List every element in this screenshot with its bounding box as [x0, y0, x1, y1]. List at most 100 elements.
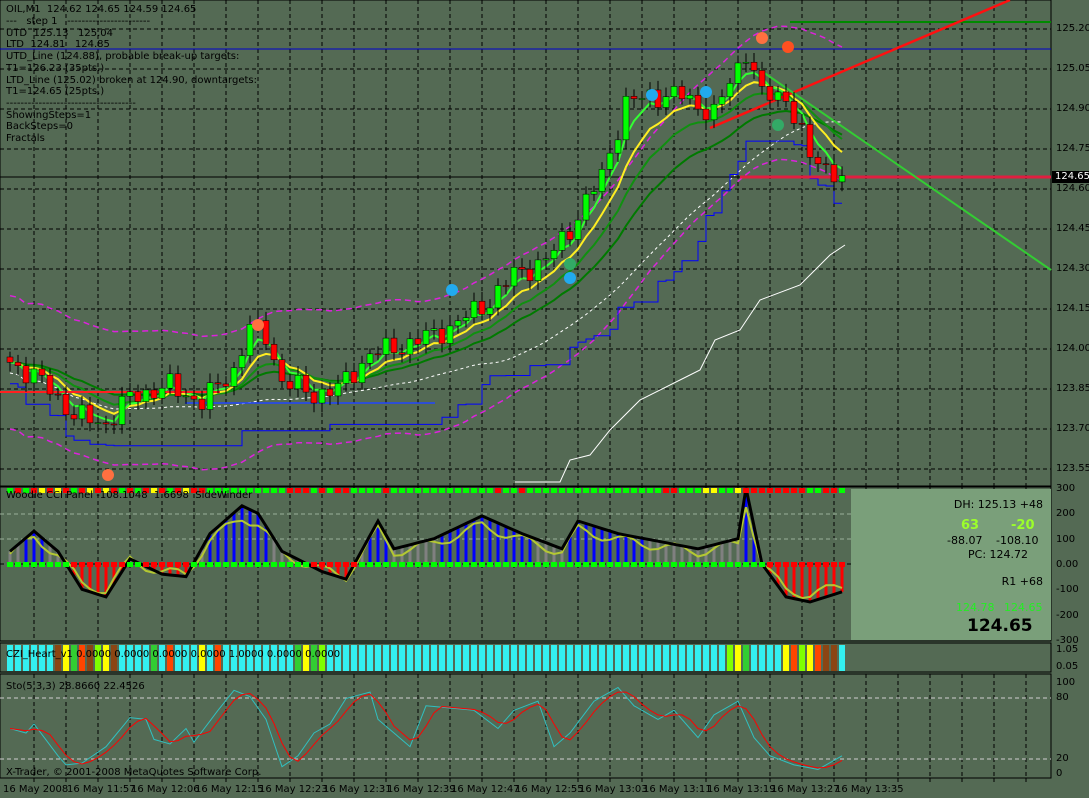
cci-zero-square — [247, 562, 253, 567]
candle-bear — [678, 86, 686, 100]
candle-bear — [302, 374, 310, 393]
zigzag-step-marker — [564, 258, 576, 270]
candle-bull — [590, 191, 598, 195]
chart-canvas[interactable] — [0, 0, 1089, 798]
envelope-lower — [9, 158, 843, 471]
cci-trend-square — [487, 488, 493, 493]
cci-trend-square — [711, 488, 717, 493]
cci-zero-square — [55, 562, 61, 567]
cci-histogram-bar — [456, 527, 460, 564]
candle-bull — [550, 250, 558, 259]
candle-bull — [30, 368, 38, 384]
cci-zero-square — [151, 562, 157, 567]
cci-trend-square — [831, 488, 837, 493]
candle-bull — [238, 355, 246, 368]
cci-zero-square — [719, 562, 725, 567]
stoch-axis-100: 100 — [1056, 677, 1076, 688]
czi-bar — [455, 645, 461, 671]
cci-zero-square — [463, 562, 469, 567]
candle-bear — [286, 381, 294, 390]
czi-bar — [559, 645, 565, 671]
czi-bar — [407, 645, 413, 671]
cci-trend-square — [791, 488, 797, 493]
cci-trend-square — [799, 488, 805, 493]
cci-histogram-bar — [240, 505, 244, 564]
cci-zero-square — [591, 562, 597, 567]
cci-trend-square — [455, 488, 461, 493]
candle-bull — [78, 404, 86, 420]
cci-panel-label: Woodie CCI Panel -108.1048 1.6698 SideWi… — [6, 490, 253, 501]
zigzag-step-marker — [646, 89, 658, 101]
cci-zero-square — [159, 562, 165, 567]
candle-bull — [574, 219, 582, 240]
cci-zero-square — [23, 562, 29, 567]
candle-bear — [694, 95, 702, 110]
cci-trend-square — [303, 488, 309, 493]
overlay-line: BackSteps=0 — [6, 121, 73, 133]
cci-trend-square — [727, 488, 733, 493]
candle-bear — [86, 404, 94, 424]
overlay-line: UTD_Line (124.88), probable break-up tar… — [6, 51, 240, 63]
cci-zero-square — [391, 562, 397, 567]
candle-bear — [22, 365, 30, 384]
stoch-panel-frame — [0, 673, 1052, 779]
price-tick-label: 124.90 — [1056, 103, 1089, 114]
cci-trend-square — [471, 488, 477, 493]
cci-histogram-bar — [256, 513, 260, 564]
cci-histogram-bar — [16, 544, 20, 564]
time-tick-label: 16 May 12:15 — [195, 784, 264, 795]
cci-trend-square — [559, 488, 565, 493]
czi-panel-label: CZI_Heart_v1 0.0000 0.0000 0.0000 0.0000… — [6, 649, 341, 660]
candle-bear — [278, 359, 286, 382]
cci-zero-square — [351, 562, 357, 567]
candle-bull — [510, 267, 518, 287]
cci-histogram-bar — [640, 538, 644, 564]
cci-zero-square — [751, 562, 757, 567]
price-tick-label: 124.60 — [1056, 183, 1089, 194]
candle-bull — [342, 371, 350, 384]
cci-histogram-bar — [656, 541, 660, 564]
cci-trend-square — [255, 488, 261, 493]
cci-zero-square — [359, 562, 365, 567]
cci-zero-square — [551, 562, 557, 567]
cci-change-2: -108.10 — [996, 534, 1039, 547]
cci-zero-square — [7, 562, 13, 567]
cci-trend-square — [623, 488, 629, 493]
candle-bull — [294, 374, 302, 390]
cci-zero-square — [687, 562, 693, 567]
cci-zero-square — [527, 562, 533, 567]
cci-zero-square — [95, 562, 101, 567]
cci-trend-square — [839, 488, 845, 493]
cci-trend-square — [351, 488, 357, 493]
czi-bar — [759, 645, 765, 671]
candle-bear — [374, 353, 382, 356]
cci-trend-square — [295, 488, 301, 493]
cci-zero-square — [127, 562, 133, 567]
zigzag-step-marker — [446, 284, 458, 296]
cci-trend-square — [607, 488, 613, 493]
cci-trend-square — [719, 488, 725, 493]
cci-trend-square — [695, 488, 701, 493]
czi-bar — [831, 645, 837, 671]
cci-histogram-bar — [496, 523, 500, 564]
candle-bear — [46, 374, 54, 395]
candle-bear — [758, 70, 766, 87]
cci-zero-square — [799, 562, 805, 567]
cci-zero-square — [383, 562, 389, 567]
cci-trend-square — [263, 488, 269, 493]
stoch-main-line — [9, 686, 843, 771]
candle-bull — [622, 96, 630, 141]
cci-tick-label: -200 — [1056, 609, 1079, 621]
cci-histogram-bar — [832, 564, 836, 595]
cci-zero-square — [831, 562, 837, 567]
cci-zero-square — [239, 562, 245, 567]
cci-zero-square — [255, 562, 261, 567]
cci-zero-square — [487, 562, 493, 567]
cci-zero-square — [775, 562, 781, 567]
cci-trend-square — [343, 488, 349, 493]
cci-trend-square — [447, 488, 453, 493]
time-tick-label: 16 May 11:57 — [67, 784, 136, 795]
candle-bear — [782, 91, 790, 102]
candle-bear — [630, 96, 638, 99]
candle-bull — [582, 193, 590, 221]
